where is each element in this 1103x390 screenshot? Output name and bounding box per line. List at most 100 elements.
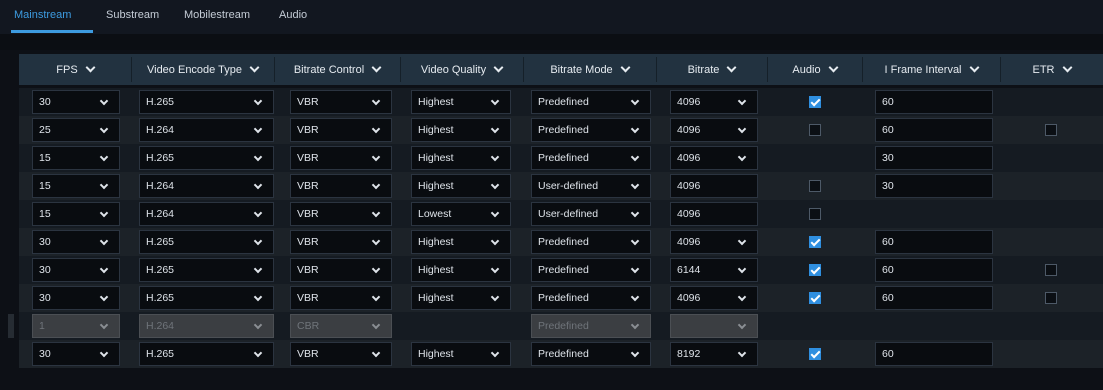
bitrate-input[interactable]: 4096	[670, 174, 758, 198]
i-frame-interval-input[interactable]: 60	[875, 90, 993, 114]
bitrate-control-select[interactable]: VBR	[290, 174, 392, 198]
fps-value: 15	[39, 180, 51, 192]
video-quality-select[interactable]: Highest	[411, 118, 511, 142]
video-quality-select[interactable]: Highest	[411, 174, 511, 198]
i-frame-interval-input[interactable]: 30	[875, 146, 993, 170]
fps-select[interactable]: 30	[32, 258, 120, 282]
audio-checkbox[interactable]	[809, 236, 821, 248]
audio-checkbox[interactable]	[809, 348, 821, 360]
bitrate-mode-select[interactable]: Predefined	[531, 118, 651, 142]
video-encode-type-select[interactable]: H.264	[139, 202, 274, 226]
fps-select[interactable]: 15	[32, 202, 120, 226]
bitrate-select[interactable]: 8192	[670, 342, 758, 366]
fps-select[interactable]: 15	[32, 174, 120, 198]
column-divider	[131, 57, 132, 82]
chevron-down-icon	[99, 208, 109, 218]
column-divider	[400, 57, 401, 82]
video-quality-select[interactable]: Highest	[411, 342, 511, 366]
tab-substream[interactable]: Substream	[106, 9, 159, 21]
bitrate-control-select[interactable]: VBR	[290, 118, 392, 142]
chevron-down-icon	[490, 152, 500, 162]
column-header-bitrate-control[interactable]: Bitrate Control	[274, 54, 400, 85]
i-frame-interval-input[interactable]: 60	[875, 342, 993, 366]
tab-mobilestream[interactable]: Mobilestream	[184, 9, 250, 21]
video-encode-type-select[interactable]: H.265	[139, 342, 274, 366]
audio-checkbox[interactable]	[809, 124, 821, 136]
bitrate-mode-select[interactable]: User-defined	[531, 174, 651, 198]
bitrate-mode-select[interactable]: Predefined	[531, 146, 651, 170]
fps-select[interactable]: 30	[32, 342, 120, 366]
video-encode-type-select[interactable]: H.265	[139, 90, 274, 114]
bitrate-mode-select[interactable]: Predefined	[531, 342, 651, 366]
bitrate-select[interactable]: 4096	[670, 118, 758, 142]
chevron-down-icon	[99, 96, 109, 106]
tab-mainstream[interactable]: Mainstream	[14, 9, 71, 21]
audio-checkbox[interactable]	[809, 264, 821, 276]
bitrate-mode-select[interactable]: User-defined	[531, 202, 651, 226]
bitrate-mode-select[interactable]: Predefined	[531, 286, 651, 310]
column-header-video-encode-type[interactable]: Video Encode Type	[131, 54, 274, 85]
bitrate-control-select[interactable]: VBR	[290, 90, 392, 114]
video-quality-value: Highest	[418, 348, 454, 360]
bitrate-control-select[interactable]: VBR	[290, 230, 392, 254]
column-header-fps[interactable]: FPS	[19, 54, 131, 85]
video-encode-type-select[interactable]: H.265	[139, 258, 274, 282]
audio-checkbox[interactable]	[809, 96, 821, 108]
audio-checkbox[interactable]	[809, 292, 821, 304]
tab-audio[interactable]: Audio	[279, 9, 307, 21]
column-header-etr[interactable]: ETR	[1000, 54, 1103, 85]
fps-select[interactable]: 30	[32, 90, 120, 114]
fps-select[interactable]: 30	[32, 286, 120, 310]
video-encode-type-select[interactable]: H.265	[139, 286, 274, 310]
video-quality-select[interactable]: Highest	[411, 258, 511, 282]
column-header-audio[interactable]: Audio	[767, 54, 862, 85]
bitrate-mode-select[interactable]: Predefined	[531, 90, 651, 114]
audio-checkbox[interactable]	[809, 208, 821, 220]
bitrate-control-select[interactable]: VBR	[290, 146, 392, 170]
bitrate-mode-select[interactable]: Predefined	[531, 258, 651, 282]
i-frame-interval-input[interactable]: 60	[875, 230, 993, 254]
video-quality-select[interactable]: Highest	[411, 286, 511, 310]
etr-checkbox[interactable]	[1045, 292, 1057, 304]
chevron-down-icon	[85, 62, 96, 73]
audio-checkbox[interactable]	[809, 180, 821, 192]
bitrate-select[interactable]: 4096	[670, 90, 758, 114]
column-header-bitrate[interactable]: Bitrate	[656, 54, 767, 85]
column-header-video-quality[interactable]: Video Quality	[400, 54, 523, 85]
bitrate-control-select[interactable]: VBR	[290, 286, 392, 310]
i-frame-interval-input[interactable]: 60	[875, 118, 993, 142]
video-quality-select[interactable]: Highest	[411, 230, 511, 254]
video-encode-type-select[interactable]: H.264	[139, 174, 274, 198]
bitrate-control-select[interactable]: VBR	[290, 258, 392, 282]
video-encode-type-value: H.265	[146, 96, 175, 108]
video-encode-type-select[interactable]: H.265	[139, 230, 274, 254]
etr-checkbox[interactable]	[1045, 264, 1057, 276]
bitrate-input[interactable]: 4096	[670, 202, 758, 226]
bitrate-control-select: CBR	[290, 314, 392, 338]
video-quality-select[interactable]: Highest	[411, 90, 511, 114]
video-encode-type-select[interactable]: H.264	[139, 118, 274, 142]
i-frame-interval-input[interactable]: 60	[875, 286, 993, 310]
i-frame-interval-input[interactable]: 60	[875, 258, 993, 282]
bitrate-select[interactable]: 4096	[670, 146, 758, 170]
chevron-down-icon	[99, 264, 109, 274]
video-encode-type-select[interactable]: H.265	[139, 146, 274, 170]
etr-checkbox[interactable]	[1045, 124, 1057, 136]
bitrate-control-select[interactable]: VBR	[290, 202, 392, 226]
chevron-down-icon	[371, 124, 381, 134]
i-frame-interval-input[interactable]: 30	[875, 174, 993, 198]
video-quality-select[interactable]: Highest	[411, 146, 511, 170]
column-header-i-frame-interval[interactable]: I Frame Interval	[862, 54, 1000, 85]
bitrate-control-select[interactable]: VBR	[290, 342, 392, 366]
fps-select[interactable]: 15	[32, 146, 120, 170]
chevron-down-icon	[371, 236, 381, 246]
fps-select[interactable]: 25	[32, 118, 120, 142]
column-header-bitrate-mode[interactable]: Bitrate Mode	[523, 54, 656, 85]
fps-select[interactable]: 30	[32, 230, 120, 254]
i-frame-interval-value: 60	[882, 292, 894, 304]
bitrate-select[interactable]: 6144	[670, 258, 758, 282]
bitrate-select[interactable]: 4096	[670, 286, 758, 310]
bitrate-select[interactable]: 4096	[670, 230, 758, 254]
video-quality-select[interactable]: Lowest	[411, 202, 511, 226]
bitrate-mode-select[interactable]: Predefined	[531, 230, 651, 254]
